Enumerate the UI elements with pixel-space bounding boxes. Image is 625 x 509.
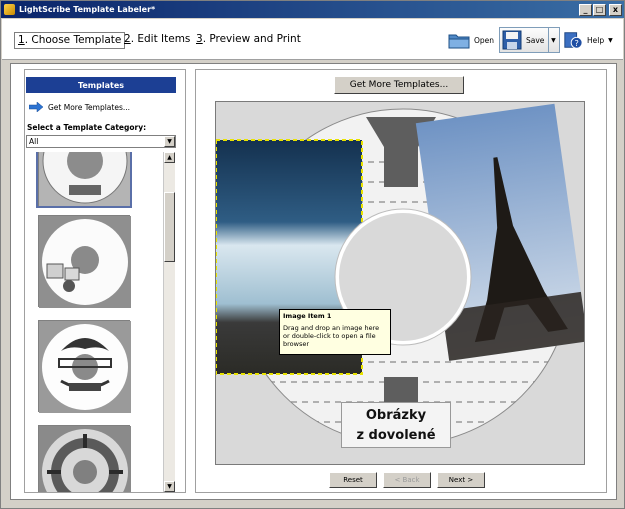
template-preview-image (39, 426, 131, 492)
help-book-icon: ? (564, 32, 583, 49)
scroll-up-icon[interactable]: ▲ (164, 152, 175, 163)
scroll-down-icon[interactable]: ▼ (164, 481, 175, 492)
open-label: Open (474, 35, 495, 45)
save-dropdown-arrow-icon[interactable]: ▼ (548, 28, 557, 52)
main-area: Templates Get More Templates... Select a… (10, 63, 617, 500)
scroll-thumb[interactable] (164, 192, 175, 262)
title-bar: LightScribe Template Labeler* _ □ x (1, 1, 624, 18)
back-button[interactable]: < Back (383, 472, 431, 488)
minimize-button[interactable]: _ (579, 3, 592, 16)
disc-caption-text-item[interactable]: Obrázky z dovolené (341, 402, 451, 448)
template-preview-image (39, 321, 131, 413)
svg-text:?: ? (574, 38, 578, 48)
window-controls: _ □ x (579, 3, 622, 16)
save-button[interactable]: Save ▼ (499, 27, 561, 53)
template-thumbnail[interactable] (36, 152, 132, 208)
maximize-button[interactable]: □ (593, 3, 606, 16)
step-preview-print[interactable]: 3. Preview and Print (193, 32, 304, 49)
template-thumbnail-list (26, 152, 176, 492)
step-number: 1 (18, 34, 25, 46)
templates-header: Templates (26, 77, 176, 93)
template-preview-panel: Get More Templates... Image Item 1 Drag … (195, 69, 607, 493)
caption-line-1: Obrázky (365, 408, 427, 423)
lightscribe-app-icon (4, 4, 15, 15)
save-label: Save (526, 35, 545, 45)
step-choose-template[interactable]: 1. Choose Template (14, 32, 126, 49)
step-label: . Edit Items (130, 33, 191, 45)
floppy-disk-icon (502, 30, 522, 50)
chevron-down-icon[interactable]: ▼ (164, 136, 175, 147)
open-button[interactable]: Open (448, 27, 494, 53)
step-edit-items[interactable]: 2. Edit Items (121, 32, 193, 49)
next-button[interactable]: Next > (437, 472, 485, 488)
step-number: 2 (124, 33, 131, 45)
help-button[interactable]: ? Help ▼ (563, 27, 613, 53)
arrow-right-icon (29, 102, 43, 112)
get-more-templates-button[interactable]: Get More Templates... (334, 76, 464, 94)
image-item-tooltip: Image Item 1 Drag and drop an image here… (279, 309, 391, 355)
template-list-scrollbar[interactable]: ▲ ▼ (163, 152, 175, 492)
disc-label-canvas: Image Item 1 Drag and drop an image here… (215, 101, 585, 465)
template-preview-image (39, 216, 131, 308)
category-label: Select a Template Category: (27, 123, 147, 132)
folder-icon (448, 34, 470, 49)
get-more-templates-link[interactable]: Get More Templates... (29, 102, 130, 112)
template-thumbnail[interactable] (38, 215, 131, 308)
step-number: 3 (196, 33, 203, 45)
category-select[interactable]: All ▼ (26, 135, 176, 148)
step-label: . Choose Template (24, 34, 122, 46)
help-dropdown-arrow-icon[interactable]: ▼ (608, 37, 613, 44)
help-label: Help (587, 35, 605, 45)
close-button[interactable]: x (609, 3, 622, 16)
reset-button[interactable]: Reset (329, 472, 377, 488)
step-label: . Preview and Print (202, 33, 301, 45)
window-title: LightScribe Template Labeler* (19, 5, 156, 14)
toolbar: 1. Choose Template 2. Edit Items 3. Prev… (2, 19, 623, 60)
caption-line-2: z dovolené (356, 428, 436, 443)
tooltip-text: Drag and drop an image here or double-cl… (283, 324, 380, 348)
category-value: All (29, 137, 39, 146)
app-window: LightScribe Template Labeler* _ □ x 1. C… (0, 0, 625, 509)
templates-panel: Templates Get More Templates... Select a… (24, 69, 186, 493)
tooltip-title: Image Item 1 (283, 312, 332, 320)
template-preview-image (39, 152, 131, 207)
template-thumbnail[interactable] (38, 425, 131, 492)
template-thumbnail[interactable] (38, 320, 131, 413)
get-more-templates-label: Get More Templates... (48, 102, 131, 112)
